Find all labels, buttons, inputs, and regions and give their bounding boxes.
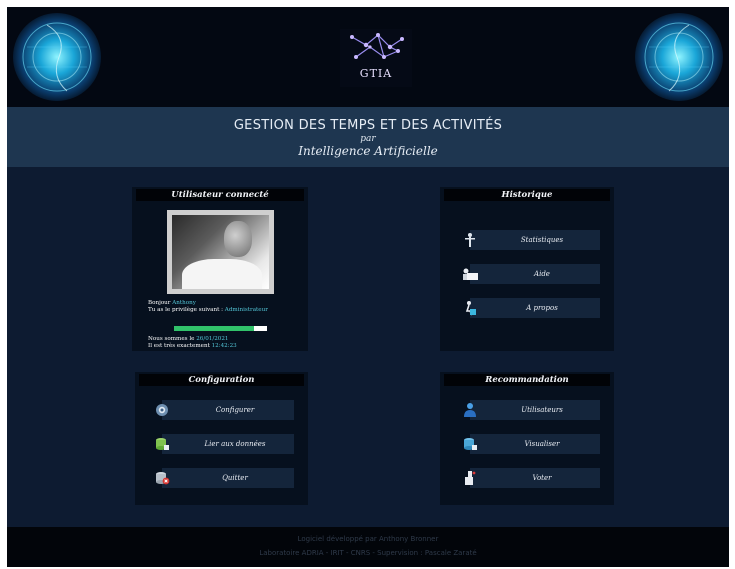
avatar xyxy=(172,215,269,289)
privilege-value: Administrateur xyxy=(224,307,268,313)
ai-brain-image-left xyxy=(7,7,102,107)
progress-bar-fill xyxy=(174,326,254,331)
privilege-label: Tu as le privilège suivant : xyxy=(148,307,224,313)
title-subtitle: Intelligence Artificielle xyxy=(298,144,438,158)
title-band: GESTION DES TEMPS ET DES ACTIVITÉS par I… xyxy=(7,107,729,167)
title-par: par xyxy=(360,134,376,144)
quit-button[interactable]: Quitter xyxy=(156,468,294,488)
user-panel: Utilisateur connecté Bonjour Anthony Tu … xyxy=(132,187,308,351)
database-link-icon xyxy=(154,436,170,452)
configuration-panel-heading: Configuration xyxy=(139,374,304,386)
statistics-button[interactable]: Statistiques xyxy=(465,230,600,250)
help-icon xyxy=(462,266,478,282)
quit-icon xyxy=(154,470,170,486)
users-icon xyxy=(462,402,478,418)
configure-label: Configurer xyxy=(215,406,255,414)
quit-label: Quitter xyxy=(222,474,248,482)
gear-icon xyxy=(154,402,170,418)
footer-developer: Logiciel développé par Anthony Bronner xyxy=(297,535,439,543)
users-button[interactable]: Utilisateurs xyxy=(464,400,600,420)
username: Anthony xyxy=(172,300,196,306)
app-window: GTIA GESTION DES TEMPS ET DES ACTIVITÉS … xyxy=(7,7,729,567)
statistics-icon xyxy=(462,232,478,248)
configuration-panel: Configuration Configurer Lier aux donnée… xyxy=(135,372,308,505)
help-button[interactable]: Aide xyxy=(463,264,600,284)
about-button[interactable]: A propos xyxy=(465,298,600,318)
greeting-label: Bonjour xyxy=(148,300,171,306)
about-label: A propos xyxy=(526,304,558,312)
visualize-label: Visualiser xyxy=(524,440,560,448)
greeting-line: Bonjour Anthony xyxy=(148,300,196,306)
vote-button[interactable]: Voter xyxy=(465,468,600,488)
users-label: Utilisateurs xyxy=(521,406,563,414)
date-label: Nous sommes le xyxy=(148,336,195,342)
ai-brain-image-right xyxy=(634,7,729,107)
recommendation-panel: Recommandation Utilisateurs Visualiser V… xyxy=(440,372,614,505)
configure-button[interactable]: Configurer xyxy=(156,400,294,420)
footer-lab: Laboratoire ADRIA - IRIT - CNRS - Superv… xyxy=(259,549,477,557)
logo-text: GTIA xyxy=(359,67,393,80)
date-value: 26/01/2021 xyxy=(196,336,229,342)
help-label: Aide xyxy=(534,270,550,278)
vote-label: Voter xyxy=(532,474,552,482)
visualize-icon xyxy=(462,436,478,452)
recommendation-panel-heading: Recommandation xyxy=(444,374,610,386)
time-value: 12:42:23 xyxy=(211,343,237,349)
privilege-line: Tu as le privilège suivant : Administrat… xyxy=(148,307,268,313)
history-panel: Historique Statistiques Aide A propos xyxy=(440,187,614,351)
user-photo xyxy=(167,210,274,294)
vote-icon xyxy=(462,470,478,486)
visualize-button[interactable]: Visualiser xyxy=(464,434,600,454)
history-panel-heading: Historique xyxy=(444,189,610,201)
date-line: Nous sommes le 26/01/2021 xyxy=(148,336,228,342)
time-line: Il est très exactement 12:42:23 xyxy=(148,343,237,349)
header-banner: GTIA xyxy=(7,7,729,107)
time-label: Il est très exactement xyxy=(148,343,210,349)
page-title: GESTION DES TEMPS ET DES ACTIVITÉS xyxy=(233,118,503,133)
statistics-label: Statistiques xyxy=(520,236,564,244)
progress-bar xyxy=(174,326,267,331)
link-data-button[interactable]: Lier aux données xyxy=(156,434,294,454)
footer: Logiciel développé par Anthony Bronner L… xyxy=(7,527,729,567)
user-panel-heading: Utilisateur connecté xyxy=(136,189,304,201)
gtia-logo: GTIA xyxy=(340,29,412,87)
link-data-label: Lier aux données xyxy=(204,440,266,448)
about-icon xyxy=(462,300,478,316)
